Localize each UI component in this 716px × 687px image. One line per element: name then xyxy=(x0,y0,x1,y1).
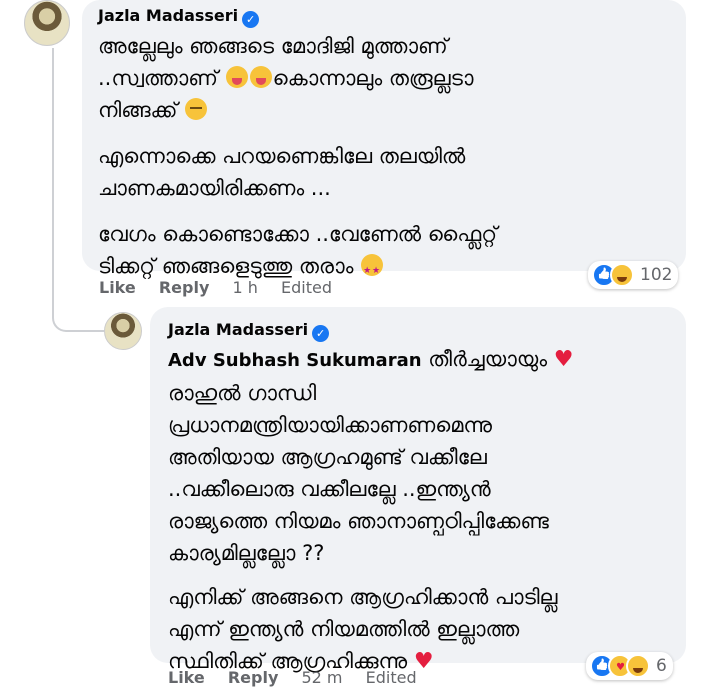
text-line: അല്ലേലും ഞങ്ങടെ മോദിജി മുത്താണ് xyxy=(98,34,448,58)
text-fragment: ടിക്കറ്റ് ഞങ്ങളെടുത്തു തരാം xyxy=(98,254,354,278)
haha-reaction-icon xyxy=(610,263,634,287)
text-line: എനിക്ക് അങ്ങനെ ആഗ്രഹിക്കാൻ പാടില്ല xyxy=(168,585,558,609)
author-name[interactable]: Jazla Madasseri xyxy=(98,6,238,25)
text-line: രാജ്യത്തെ നിയമം ഞാനാണ്പഠിപ്പിക്കേണ്ട xyxy=(168,509,549,533)
timestamp[interactable]: 52 m xyxy=(301,668,342,687)
reaction-count: 102 xyxy=(640,265,673,285)
comment-text: Adv Subhash Sukumaran തീർച്ചയായും ♥ രാഹു… xyxy=(168,343,573,678)
like-button[interactable]: Like xyxy=(99,278,136,297)
star-struck-emoji-icon xyxy=(361,254,384,287)
red-heart-emoji-icon: ♥ xyxy=(413,649,434,674)
reply-button[interactable]: Reply xyxy=(228,668,279,687)
text-line: ..വക്കീലൊരു വക്കീലല്ലേ ..ഇന്ത്യൻ xyxy=(168,477,491,501)
verified-badge-icon: ✓ xyxy=(312,325,330,342)
comment-author[interactable]: Jazla Madasseri ✓ xyxy=(168,320,330,342)
author-name[interactable]: Jazla Madasseri xyxy=(168,320,308,339)
text-line: കാര്യമില്ലല്ലോ ?? xyxy=(168,541,325,565)
zany-tongue-emoji-icon xyxy=(249,66,272,88)
text-line: എന്നൊക്കെ പറയണെങ്കിലേ തലയിൽ xyxy=(98,144,466,168)
avatar[interactable] xyxy=(104,312,142,350)
comment-actions: Like Reply 1 h Edited xyxy=(99,278,332,297)
text-fragment: നിങ്ങക്ക് xyxy=(98,98,178,122)
avatar[interactable] xyxy=(24,0,70,46)
text-line: നിങ്ങക്ക് xyxy=(98,94,497,126)
haha-reaction-icon xyxy=(626,654,650,678)
edited-label: Edited xyxy=(365,668,417,687)
reaction-count: 6 xyxy=(656,656,667,676)
like-button[interactable]: Like xyxy=(168,668,205,687)
text-line: Adv Subhash Sukumaran തീർച്ചയായും ♥ xyxy=(168,343,573,377)
text-fragment: കൊന്നാലും തരൂല്ലടാ xyxy=(272,66,474,90)
comment-author[interactable]: Jazla Madasseri ✓ xyxy=(98,6,260,28)
text-line: രാഹുൽ ഗാന്ധി xyxy=(168,381,317,405)
text-line: പ്രധാനമന്ത്രിയായിക്കാണണമെന്നു xyxy=(168,413,493,437)
verified-badge-icon: ✓ xyxy=(242,11,260,28)
text-line: എന്ന് ഇന്ത്യൻ നിയമത്തിൽ ഇല്ലാത്ത xyxy=(168,617,520,641)
text-fragment: ..സ്വത്താണ് xyxy=(98,66,218,90)
reply-button[interactable]: Reply xyxy=(159,278,210,297)
sleepy-emoji-icon xyxy=(185,98,208,120)
edited-label: Edited xyxy=(280,278,332,297)
comment-text: അല്ലേലും ഞങ്ങടെ മോദിജി മുത്താണ് ..സ്വത്ത… xyxy=(98,30,498,287)
mention-link[interactable]: Adv Subhash Sukumaran xyxy=(168,350,422,371)
text-fragment: തീർച്ചയായും xyxy=(428,347,547,371)
squinting-tongue-emoji-icon xyxy=(225,66,248,88)
red-heart-emoji-icon: ♥ xyxy=(553,347,574,372)
timestamp[interactable]: 1 h xyxy=(232,278,257,297)
text-line: ചാണകമായിരിക്കണം ... xyxy=(98,176,331,200)
text-line: ..സ്വത്താണ് കൊന്നാലും തരൂല്ലടാ xyxy=(98,62,497,94)
comment-actions: Like Reply 52 m Edited xyxy=(168,668,417,687)
reaction-summary[interactable]: 102 xyxy=(588,261,679,289)
reaction-summary[interactable]: 6 xyxy=(586,652,673,680)
text-line: വേഗം കൊണ്ടൊക്കോ ..വേണേൽ ഫ്ലൈറ്റ് xyxy=(98,222,498,246)
text-line: അതിയായ ആഗ്രഹമുണ്ട് വക്കീലേ xyxy=(168,445,487,469)
